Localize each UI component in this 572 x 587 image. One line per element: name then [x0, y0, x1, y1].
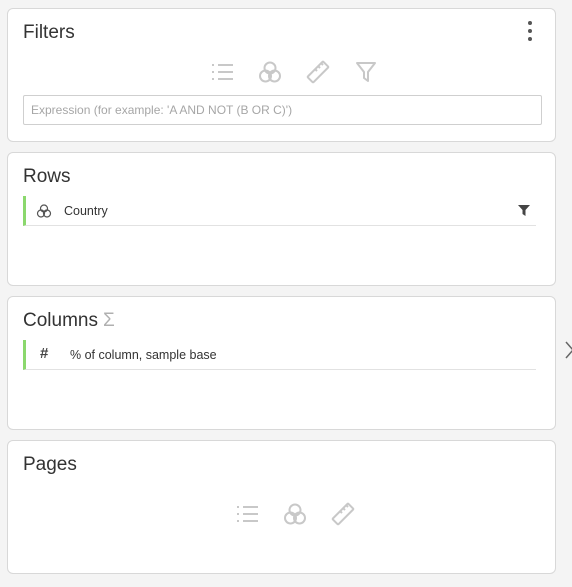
- chevron-right-icon[interactable]: [565, 341, 572, 359]
- hash-icon: #: [40, 345, 49, 362]
- field-label: % of column, sample base: [70, 348, 217, 362]
- field-label: Country: [64, 204, 108, 218]
- pages-toolbar: [234, 501, 356, 527]
- pages-panel: Pages: [7, 440, 556, 574]
- rows-field-country[interactable]: Country: [23, 196, 536, 226]
- pages-title: Pages: [23, 454, 77, 475]
- columns-field-percent[interactable]: # % of column, sample base: [23, 340, 536, 370]
- ruler-icon[interactable]: [305, 59, 331, 85]
- expression-input[interactable]: [23, 95, 542, 125]
- columns-title: Columns Σ: [23, 309, 115, 333]
- funnel-icon[interactable]: [353, 59, 379, 85]
- filter-icon[interactable]: [518, 205, 530, 216]
- rows-title: Rows: [23, 166, 71, 187]
- columns-panel: Columns Σ # % of column, sample base: [7, 296, 556, 430]
- columns-title-text: Columns: [23, 310, 98, 331]
- list-icon[interactable]: [209, 59, 235, 85]
- venn-icon[interactable]: [282, 501, 308, 527]
- venn-icon[interactable]: [257, 59, 283, 85]
- ruler-icon[interactable]: [330, 501, 356, 527]
- filters-toolbar: [209, 59, 379, 85]
- rows-panel: Rows Country: [7, 152, 556, 286]
- sigma-icon[interactable]: Σ: [103, 309, 115, 333]
- filters-panel: Filters: [7, 8, 556, 142]
- venn-icon: [36, 204, 52, 218]
- filters-title: Filters: [23, 22, 75, 43]
- more-options-icon[interactable]: [523, 21, 537, 41]
- list-icon[interactable]: [234, 501, 260, 527]
